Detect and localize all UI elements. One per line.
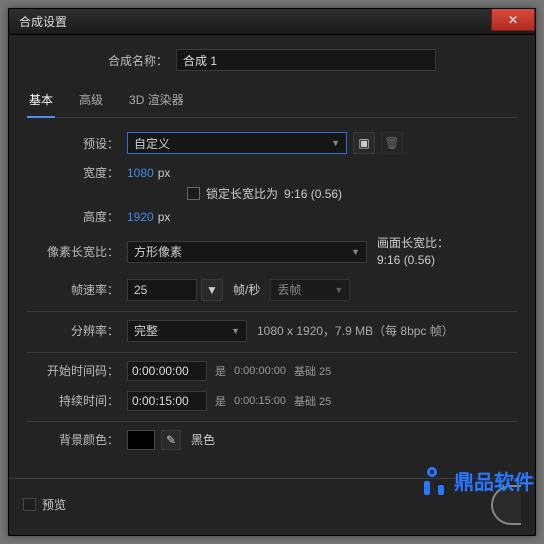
res-label: 分辨率： [27, 322, 127, 339]
width-unit: px [158, 166, 171, 180]
composition-settings-dialog: 合成设置 ✕ 合成名称： 基本 高级 3D 渲染器 预设： 自定义▼ ▣ 🗑 宽… [8, 8, 536, 536]
chevron-down-icon: ▼ [351, 247, 360, 257]
tabs: 基本 高级 3D 渲染器 [27, 87, 517, 118]
height-label: 高度： [27, 208, 127, 225]
close-icon: ✕ [508, 13, 518, 27]
window-title: 合成设置 [9, 13, 67, 30]
bg-color-swatch[interactable] [127, 430, 155, 450]
save-preset-button[interactable]: ▣ [353, 132, 375, 154]
preview-checkbox[interactable] [23, 498, 36, 511]
lock-aspect-checkbox[interactable] [187, 187, 200, 200]
par-label: 像素长宽比： [27, 243, 127, 260]
chevron-down-icon: ▼ [331, 138, 340, 148]
tab-basic[interactable]: 基本 [27, 87, 55, 118]
width-value[interactable]: 1080 [127, 166, 154, 180]
chevron-down-icon: ▼ [231, 326, 240, 336]
eyedropper-icon: ✎ [166, 433, 176, 447]
dur-label: 持续时间： [27, 392, 127, 409]
dur-base: 基础 25 [294, 393, 331, 409]
frame-aspect: 画面长宽比： 9:16 (0.56) [377, 235, 449, 269]
trash-icon: 🗑 [384, 136, 399, 150]
bg-label: 背景颜色： [27, 431, 127, 448]
separator [27, 311, 517, 312]
chevron-down-icon: ▼ [206, 283, 218, 297]
eyedropper-button[interactable]: ✎ [161, 430, 181, 450]
resolution-select[interactable]: 完整▼ [127, 320, 247, 342]
titlebar: 合成设置 ✕ [9, 9, 535, 35]
comp-name-label: 合成名称： [108, 52, 176, 69]
chevron-down-icon: ▼ [334, 285, 343, 295]
height-value[interactable]: 1920 [127, 210, 154, 224]
tab-renderer[interactable]: 3D 渲染器 [127, 87, 186, 117]
par-select[interactable]: 方形像素▼ [127, 241, 367, 263]
preset-label: 预设： [27, 135, 127, 152]
duration-input[interactable] [127, 391, 207, 411]
tab-advanced[interactable]: 高级 [77, 87, 105, 117]
fps-label: 帧速率： [27, 281, 127, 298]
start-tc: 0:00:00:00 [234, 365, 286, 377]
start-is: 是 [215, 363, 226, 379]
start-base: 基础 25 [294, 363, 331, 379]
preset-select[interactable]: 自定义▼ [127, 132, 347, 154]
start-label: 开始时间码： [27, 362, 127, 379]
comp-name-input[interactable] [176, 49, 436, 71]
preview-label: 预览 [42, 496, 66, 513]
watermark-text: 鼎品软件 [454, 466, 534, 495]
watermark-logo-icon [420, 467, 448, 495]
delete-preset-button[interactable]: 🗑 [381, 132, 403, 154]
height-unit: px [158, 210, 171, 224]
dur-is: 是 [215, 393, 226, 409]
fps-dropdown-button[interactable]: ▼ [201, 279, 223, 301]
fps-unit: 帧/秒 [233, 281, 260, 298]
fps-input[interactable]: 25 [127, 279, 197, 301]
save-icon: ▣ [358, 136, 369, 150]
close-button[interactable]: ✕ [491, 9, 535, 31]
width-label: 宽度： [27, 164, 127, 181]
bg-color-name: 黑色 [191, 431, 215, 448]
separator [27, 421, 517, 422]
lock-aspect-label: 锁定长宽比为 [206, 185, 278, 202]
resolution-info: 1080 x 1920，7.9 MB（每 8bpc 帧） [257, 322, 454, 339]
start-timecode-input[interactable] [127, 361, 207, 381]
separator [27, 352, 517, 353]
drop-frame-select[interactable]: 丢帧▼ [270, 279, 350, 301]
lock-aspect-ratio: 9:16 (0.56) [284, 187, 342, 201]
watermark: 鼎品软件 [420, 466, 534, 495]
dur-tc: 0:00:15:00 [234, 395, 286, 407]
